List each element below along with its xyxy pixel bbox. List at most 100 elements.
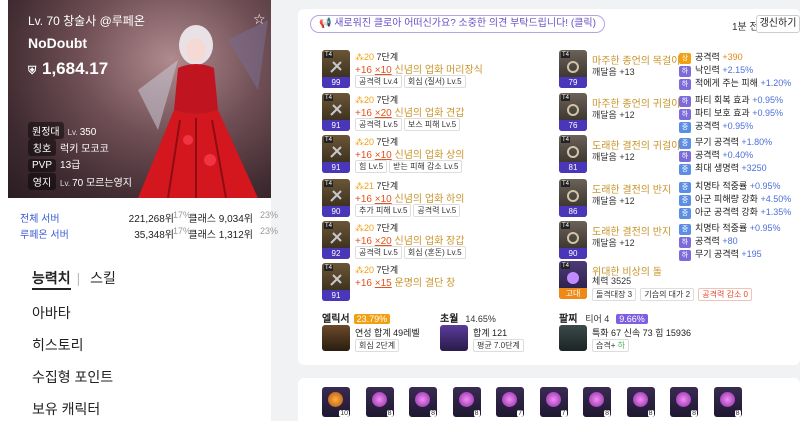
accessory-stat: 하 무기 공격력 +195 xyxy=(679,247,762,261)
equipment-option: 공격력 Lv.4 xyxy=(355,75,402,88)
updated-time: 1분 전 xyxy=(732,22,759,33)
equipment-icon: T4 99 xyxy=(322,50,350,88)
stone-penalty: 공격력 감소 0 xyxy=(698,288,752,301)
elixir-summary[interactable]: 연성 합계 49레벨 회심 2단계 xyxy=(322,325,442,353)
title-value: 럭키 모코코 xyxy=(60,144,109,155)
equipment-option: 회심 (질서) Lv.5 xyxy=(403,75,466,88)
accessory-stat: 하 낙인력 +2.15% xyxy=(679,63,753,77)
accessory-item[interactable]: T4 90 도래한 결전의 반지 깨달음 +12 중 치명타 적중률 +0.95%… xyxy=(559,221,799,261)
gem-level: 8 xyxy=(473,410,480,417)
elixir-title: 엘릭서 23.79% xyxy=(322,310,391,325)
estate-row: 영지 Lv. 70 모르는영지 xyxy=(28,173,132,190)
elixir-icon xyxy=(322,325,350,351)
bracelet-line2: 습격+ 하 xyxy=(592,339,629,352)
accessory-stat: 상 공격력 +390 xyxy=(679,50,743,64)
accessory-item[interactable]: T4 79 마주한 종언의 목걸이 깨달음 +13 상 공격력 +390 하 낙인력 … xyxy=(559,50,799,90)
feedback-banner[interactable]: 📢 새로워진 클로아 어떠신가요? 소중한 의견 부탁드립니다! (클릭) xyxy=(310,15,605,33)
equipment-item[interactable]: T4 92 ⁂20 7단계 +16 ×20 신념의 업화 장갑 공격력 Lv.5… xyxy=(322,221,552,261)
accessory-item[interactable]: T4 76 마주한 종언의 귀걸이 깨달음 +12 하 파티 회복 효과 +0.9… xyxy=(559,93,799,133)
class-rank-value: 클래스 1,312위 xyxy=(188,230,253,241)
gem-icon xyxy=(589,392,604,407)
equipment-item[interactable]: T4 91 ⁂20 7단계 +16 ×20 신념의 업화 견갑 공격력 Lv.5… xyxy=(322,93,552,133)
accessory-stat: 하 적에게 주는 피해 +1.20% xyxy=(679,76,791,90)
accessory-stat: 중 아군 공격력 강화 +1.35% xyxy=(679,205,791,219)
menu-tabs: 능력치 | 스킬 xyxy=(32,268,122,290)
transcend-summary[interactable]: 합계 121 평균 7.0단계 xyxy=(440,325,550,353)
accessory-icon: T4 86 xyxy=(559,179,587,217)
equipment-icon: T4 90 xyxy=(322,179,350,217)
gem-level: 8 xyxy=(691,410,697,417)
gem-icon xyxy=(458,392,474,407)
stone-hp: 체력 3525 xyxy=(592,276,632,286)
accessory-stat: 하 공격력 +80 xyxy=(679,234,738,248)
pvp-value: 13급 xyxy=(60,160,81,171)
gem-slot[interactable]: 7 xyxy=(539,387,568,417)
gem-icon xyxy=(719,392,735,407)
equipment-name-line: +16 ×20 신념의 업화 견갑 xyxy=(355,108,465,119)
rank-value: 221,268위 xyxy=(128,214,174,225)
equipment-option: 회심 (혼돈) Lv.5 xyxy=(403,246,466,259)
equipment-item[interactable]: T4 91 ⁂20 7단계 +16 ×15 운명의 결단 창 xyxy=(322,263,552,303)
rank-label[interactable]: 루페온 서버 xyxy=(20,226,69,241)
gem-level: 8 xyxy=(430,410,436,417)
equipment-item[interactable]: T4 91 ⁂20 7단계 +16 ×10 신념의 업화 상의 힘 Lv.5 받는… xyxy=(322,135,552,175)
bracelet-icon xyxy=(559,325,587,351)
gem-slot[interactable]: 8 xyxy=(670,387,698,417)
accessory-icon: T4 81 xyxy=(559,135,587,173)
equipment-item[interactable]: T4 99 ⁂20 7단계 +16 ×10 신념의 업화 머리장식 공격력 Lv… xyxy=(322,50,552,90)
bracelet-title: 팔찌 티어 4 9.66% xyxy=(559,310,648,325)
accessory-enlightenment: 깨달음 +12 xyxy=(592,196,635,206)
equipment-icon: T4 92 xyxy=(322,221,350,259)
equipment-quality-level: 91 xyxy=(322,120,350,131)
gem-slot[interactable]: 8 xyxy=(409,387,437,417)
grade-badge: 하 xyxy=(679,250,691,261)
bracelet-summary[interactable]: 특화 67 신속 73 힘 15936 습격+ 하 xyxy=(559,325,759,353)
estate-value: 70 모르는영지 xyxy=(72,178,132,189)
accessory-item[interactable]: T4 86 도래한 결전의 반지 깨달음 +12 중 치명타 적중률 +0.95%… xyxy=(559,179,799,219)
gem-slot[interactable]: 8 xyxy=(713,387,742,417)
gem-slot[interactable]: 8 xyxy=(626,387,655,417)
gem-slot[interactable]: 10 xyxy=(322,387,350,417)
gem-level: 8 xyxy=(604,410,610,417)
expedition-value: 350 xyxy=(79,127,97,138)
class-rank-pct: 23% xyxy=(260,210,279,220)
equipment-quality-level: 91 xyxy=(322,290,350,301)
rank-label[interactable]: 전체 서버 xyxy=(20,210,60,225)
gem-icon xyxy=(328,392,343,407)
megaphone-icon: 📢 xyxy=(319,18,332,29)
gem-slot[interactable]: 8 xyxy=(583,387,611,417)
gem-slot[interactable]: 7 xyxy=(496,387,524,417)
menu-item-collectibles[interactable]: 수집형 포인트 xyxy=(32,367,113,387)
gem-level: 7 xyxy=(560,410,567,417)
accessory-stat: 중 치명타 적중률 +0.95% xyxy=(679,179,780,193)
pvp-label: PVP xyxy=(28,159,57,172)
gem-icon xyxy=(502,392,517,407)
gem-slot[interactable]: 8 xyxy=(365,387,394,417)
equipment-quality-level: 92 xyxy=(322,248,350,259)
equipment-name-line: +16 ×10 신념의 업화 머리장식 xyxy=(355,65,483,76)
ability-stone[interactable]: T4 고대 위대한 비상의 돌 체력 3525 돌격대장 3 기습의 대가 2 … xyxy=(559,261,799,301)
equipment-option: 추가 피해 Lv.5 xyxy=(355,204,412,217)
accessory-item[interactable]: T4 81 도래한 결전의 귀걸이 깨달음 +12 중 무기 공격력 +1.80%… xyxy=(559,135,799,175)
tab-skills[interactable]: 스킬 xyxy=(90,270,116,286)
menu-item-avatar[interactable]: 아바타 xyxy=(32,303,71,323)
gem-level: 8 xyxy=(734,410,741,417)
tab-stats[interactable]: 능력치 xyxy=(32,270,71,290)
refresh-button[interactable]: 갱신하기 xyxy=(756,15,800,33)
stone-engraving: 돌격대장 3 xyxy=(592,288,637,301)
equipment-option: 보스 피해 Lv.5 xyxy=(403,118,461,131)
equipment-option: 공격력 Lv.5 xyxy=(355,246,402,259)
feedback-banner-text: 새로워진 클로아 어떠신가요? 소중한 의견 부탁드립니다! (클릭) xyxy=(334,18,596,29)
menu-item-history[interactable]: 히스토리 xyxy=(32,335,84,355)
elixir-line1: 연성 합계 49레벨 xyxy=(355,328,420,338)
equipment-panel: 📢 새로워진 클로아 어떠신가요? 소중한 의견 부탁드립니다! (클릭) 1분… xyxy=(298,9,800,365)
title-row: 칭호 럭키 모코코 xyxy=(28,139,109,156)
bracelet-pct: 9.66% xyxy=(616,314,648,324)
favorite-star-icon[interactable]: ☆ xyxy=(253,11,266,28)
gem-slot[interactable]: 8 xyxy=(452,387,481,417)
pvp-row: PVP 13급 xyxy=(28,156,80,172)
menu-item-characters[interactable]: 보유 캐릭터 xyxy=(32,399,100,419)
expedition-label: 원정대 xyxy=(28,122,64,139)
equipment-item[interactable]: T4 90 ⁂21 7단계 +16 ×10 신념의 업화 하의 추가 피해 Lv… xyxy=(322,179,552,219)
elixir-line2: 회심 2단계 xyxy=(355,339,400,352)
